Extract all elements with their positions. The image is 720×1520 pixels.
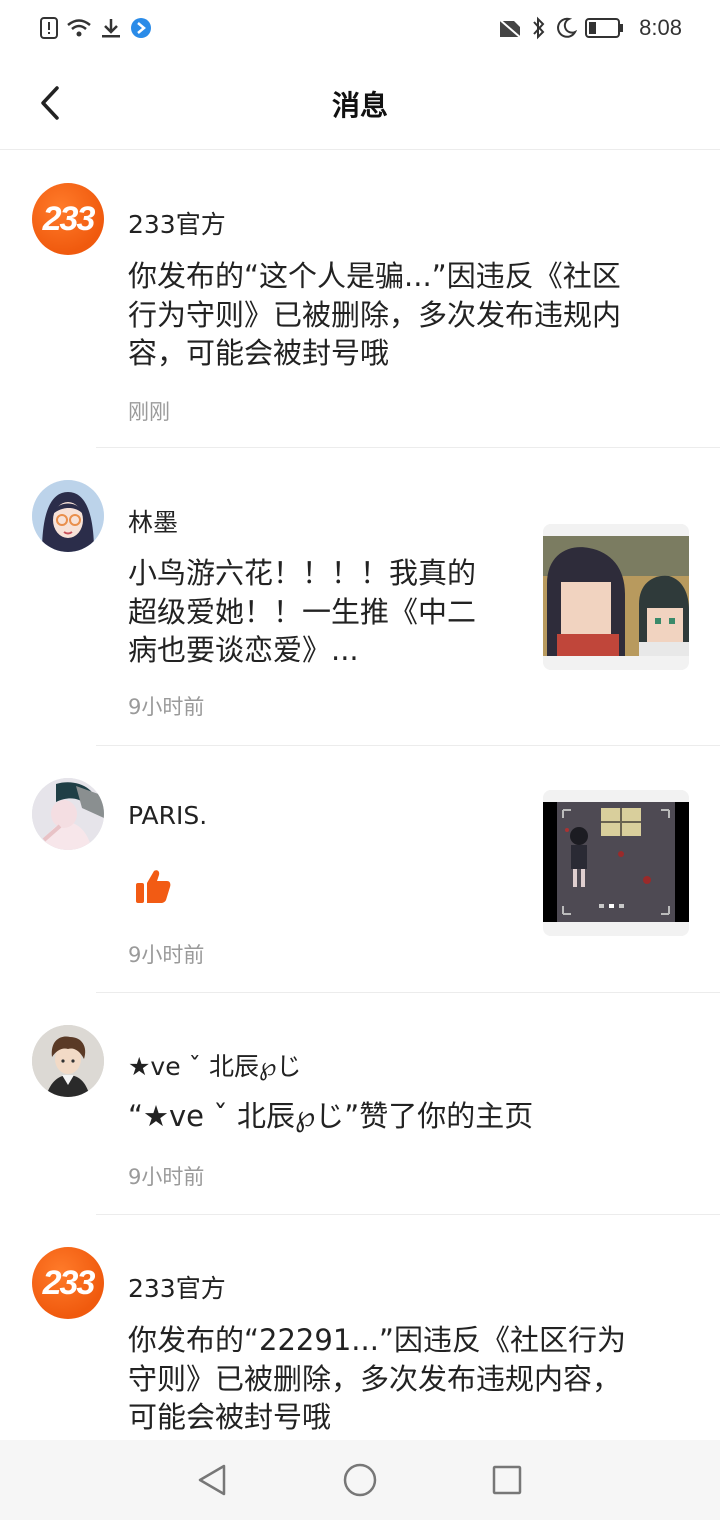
- official-avatar[interactable]: 233: [32, 1247, 104, 1319]
- sender-name: ★ve ˇ 北辰℘じ: [128, 1052, 302, 1081]
- status-right-icons: 8:08: [497, 15, 682, 41]
- official-avatar[interactable]: 233: [32, 183, 104, 255]
- sender-name: 233官方: [128, 210, 226, 239]
- status-left-icons: [40, 17, 152, 39]
- sender-name: 林墨: [128, 508, 179, 537]
- message-time: 9小时前: [128, 695, 205, 719]
- message-body: 你发布的“这个人是骗...”因违反《社区行为守则》已被删除，多次发布违规内容，可…: [128, 259, 622, 370]
- system-nav-bar: [0, 1440, 720, 1520]
- message-list: 233 233官方 你发布的“这个人是骗...”因违反《社区行为守则》已被删除，…: [0, 151, 720, 1455]
- status-time: 8:08: [639, 15, 682, 40]
- user-avatar[interactable]: [32, 778, 104, 850]
- message-item[interactable]: PARIS.⁣: [32, 746, 720, 993]
- nav-recents-button[interactable]: [483, 1456, 531, 1504]
- brown-hair-avatar-image: [32, 1025, 104, 1097]
- sender-name: 233官方: [128, 1274, 226, 1303]
- app-notify-icon: [131, 18, 151, 38]
- alert-icon: [40, 17, 58, 39]
- game-screenshot-thumbnail-image: [543, 790, 689, 936]
- status-bar: 8:08: [0, 0, 720, 56]
- avatar-233-text: 233: [42, 199, 96, 238]
- battery-icon: [585, 18, 624, 38]
- message-item[interactable]: 林墨 小鸟游六花！！！！我真的超级爱她！！一生推《中二病也要谈恋爱》... 9小…: [32, 448, 720, 746]
- thumbs-up-icon: [136, 870, 171, 903]
- do-not-disturb-icon: [557, 17, 578, 38]
- nav-back-button[interactable]: [189, 1456, 237, 1504]
- nav-home-button[interactable]: [336, 1456, 384, 1504]
- bluetooth-icon: [533, 16, 545, 40]
- message-time: 9小时前: [128, 1165, 205, 1189]
- message-body: 小鸟游六花！！！！我真的超级爱她！！一生推《中二病也要谈恋爱》...: [128, 556, 477, 667]
- sender-name: PARIS.⁣: [128, 801, 208, 830]
- message-item[interactable]: 233 233官方 你发布的“这个人是骗...”因违反《社区行为守则》已被删除，…: [32, 151, 720, 448]
- nav-home-icon: [343, 1463, 377, 1497]
- message-item[interactable]: 233 233官方 你发布的“22291...”因违反《社区行为守则》已被删除，…: [32, 1215, 720, 1455]
- app-header: 消息: [0, 56, 720, 150]
- post-thumbnail[interactable]: [543, 790, 689, 936]
- like-indicator: [134, 868, 172, 910]
- message-body: “★ve ˇ 北辰℘じ”赞了你的主页: [128, 1099, 534, 1133]
- download-icon: [102, 19, 120, 38]
- message-item[interactable]: ★ve ˇ 北辰℘じ “★ve ˇ 北辰℘じ”赞了你的主页 9小时前: [32, 993, 720, 1215]
- avatar-233-text: 233: [42, 1263, 96, 1302]
- dark-hair-avatar-image: [32, 778, 104, 850]
- anime-girl-avatar-image: [32, 480, 104, 552]
- message-time: 刚刚: [128, 400, 170, 424]
- user-avatar[interactable]: [32, 1025, 104, 1097]
- nav-back-icon: [199, 1464, 226, 1496]
- anime-pixel-thumbnail-image: [543, 524, 689, 670]
- nav-recents-icon: [492, 1465, 521, 1495]
- user-avatar[interactable]: [32, 480, 104, 552]
- message-body: 你发布的“22291...”因违反《社区行为守则》已被删除，多次发布违规内容，可…: [128, 1323, 626, 1434]
- page-title: 消息: [331, 89, 388, 122]
- wifi-icon: [67, 19, 91, 37]
- no-sim-icon: [498, 18, 522, 39]
- message-time: 9小时前: [128, 943, 205, 967]
- post-thumbnail[interactable]: [543, 524, 689, 670]
